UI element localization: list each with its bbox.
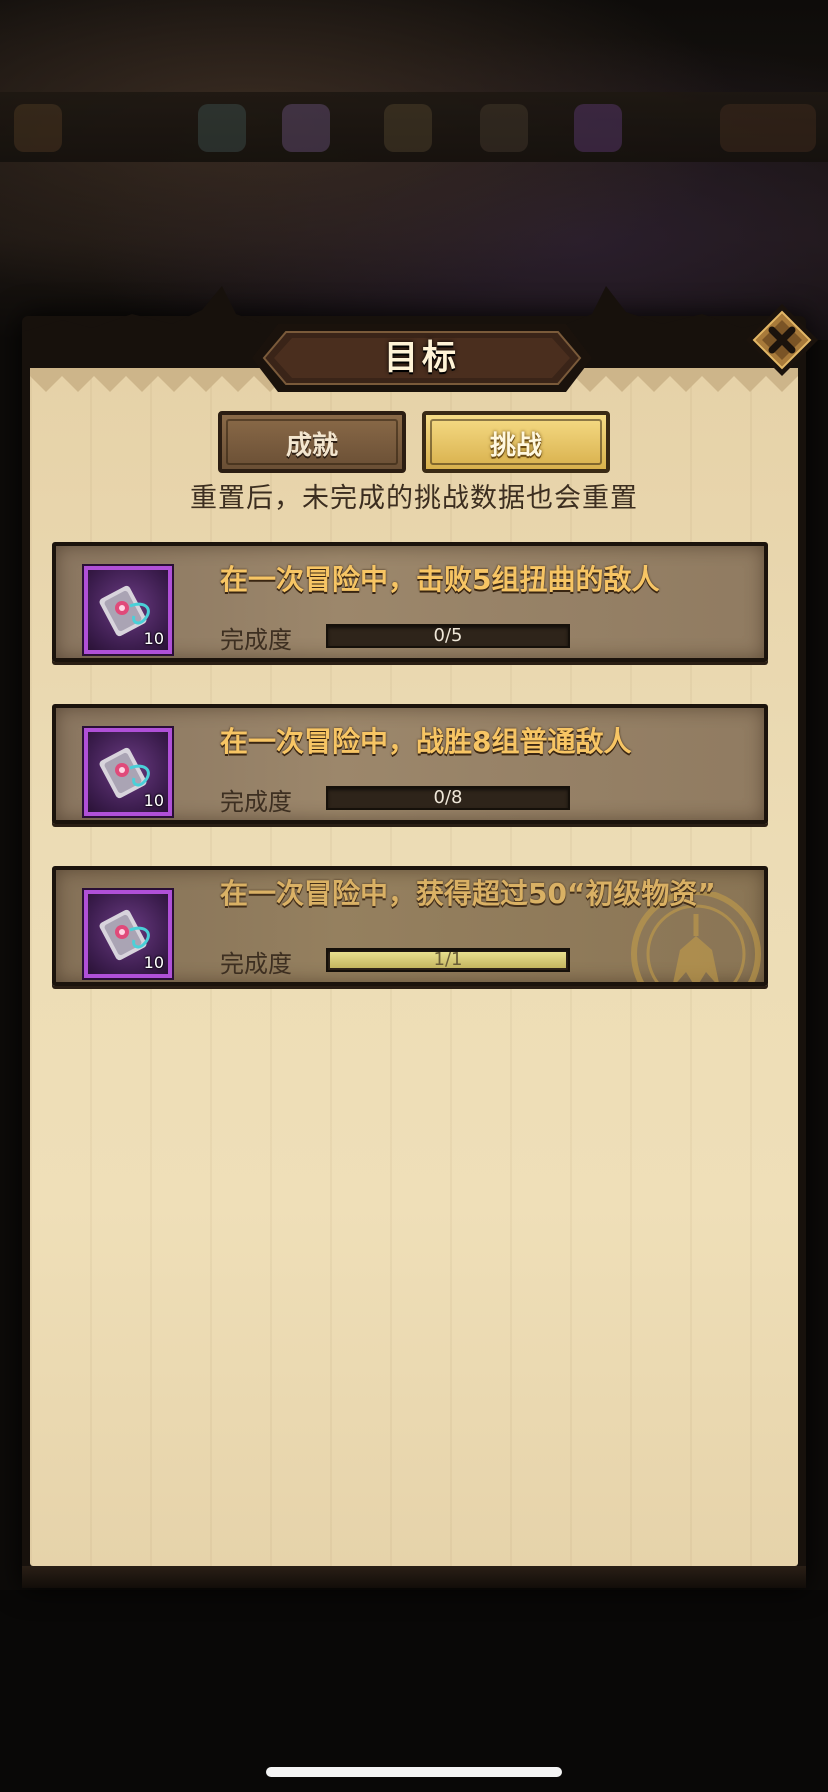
progress-label: 完成度 [220,626,292,654]
background-bottom [0,1590,828,1792]
tab-challenge[interactable]: 挑战 [422,411,610,473]
progress-text: 1/1 [433,949,463,970]
background-button [720,104,816,152]
tab-achievement[interactable]: 成就 [218,411,406,473]
background-topbar [0,92,828,162]
dialog-bottom-rail [22,1566,806,1588]
challenge-dialog: 目标 成就 挑战 重置后，未完成的挑战数据也会重置 10 在一次冒险中，击败5组… [22,286,818,1588]
background-icon [198,104,246,152]
challenge-description: 在一次冒险中，获得超过50“初级物资” [220,877,716,910]
reward-item[interactable]: 10 [84,728,172,816]
background-icon [480,104,528,152]
reward-count: 10 [143,791,164,810]
close-x-icon [746,304,818,376]
reset-notice: 重置后，未完成的挑战数据也会重置 [190,483,638,514]
reward-count: 10 [143,629,164,648]
challenge-description: 在一次冒险中，击败5组扭曲的敌人 [220,563,660,596]
reward-item[interactable]: 10 [84,890,172,978]
challenge-card: 10 在一次冒险中，击败5组扭曲的敌人 完成度 0/5 [52,542,768,662]
background-icon [574,104,622,152]
reward-count: 10 [143,953,164,972]
dialog-title: 目标 [384,338,460,378]
challenge-card: 10 在一次冒险中，获得超过50“初级物资” 完成度 1/1 [52,866,768,986]
challenge-description: 在一次冒险中，战胜8组普通敌人 [220,725,632,758]
tab-achievement-label: 成就 [285,431,338,461]
close-button[interactable] [744,302,820,378]
background-icon [384,104,432,152]
background-icon [14,104,62,152]
progress-bar: 0/5 [326,624,570,648]
background-icon [282,104,330,152]
challenge-card: 10 在一次冒险中，战胜8组普通敌人 完成度 0/8 [52,704,768,824]
progress-bar: 0/8 [326,786,570,810]
reward-item[interactable]: 10 [84,566,172,654]
progress-label: 完成度 [220,950,292,978]
progress-label: 完成度 [220,788,292,816]
progress-bar: 1/1 [326,948,570,972]
progress-text: 0/5 [433,625,463,646]
tab-challenge-label: 挑战 [489,431,542,461]
home-indicator[interactable] [266,1767,562,1777]
progress-text: 0/8 [433,787,463,808]
